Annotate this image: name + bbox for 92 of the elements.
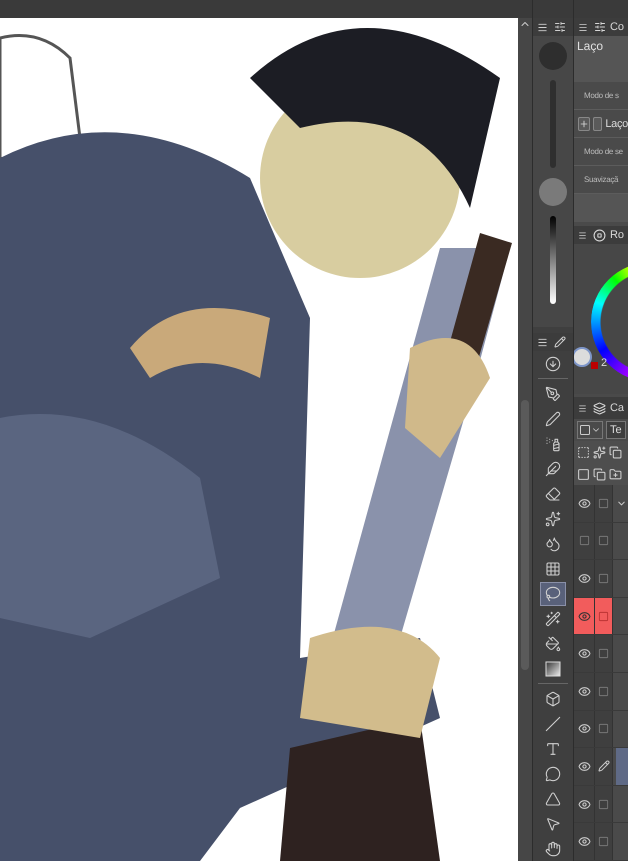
dropdown[interactable]	[577, 421, 603, 439]
square-icon	[598, 572, 609, 584]
visibility-toggle[interactable]	[574, 635, 595, 672]
visibility-toggle[interactable]	[574, 823, 595, 860]
droplets-icon	[545, 536, 561, 552]
speech-balloon-icon	[545, 766, 561, 782]
visibility-toggle[interactable]	[574, 560, 595, 597]
pencil-icon[interactable]	[554, 336, 566, 348]
eye-icon	[578, 798, 590, 811]
layers-icon	[592, 402, 606, 414]
square-icon	[598, 686, 609, 697]
property-label: Laço	[605, 118, 628, 130]
eye-icon	[578, 496, 590, 510]
eye-icon	[578, 610, 590, 623]
checkbox[interactable]	[593, 116, 602, 130]
square-icon	[579, 424, 591, 436]
layer-lock-toggle[interactable]	[595, 710, 613, 748]
square-icon	[598, 798, 609, 810]
copy-icon[interactable]	[609, 446, 622, 458]
square-icon	[578, 535, 590, 546]
menu-icon[interactable]	[578, 230, 587, 240]
line-icon	[545, 716, 561, 732]
visibility-toggle[interactable]	[574, 748, 595, 785]
main-color-swatch[interactable]	[574, 347, 592, 367]
pencil-icon	[598, 760, 610, 772]
property-label: Suavizaçã	[584, 175, 618, 184]
sub-color-swatch[interactable]	[591, 362, 598, 369]
layer-lock-toggle[interactable]	[595, 598, 613, 634]
cube-icon	[545, 690, 561, 706]
pen-icon	[545, 410, 561, 426]
hand-icon	[545, 840, 561, 856]
selection-icon[interactable]	[577, 446, 590, 458]
sparkle-icon	[545, 510, 561, 526]
eye-icon	[578, 684, 590, 698]
layer-lock-toggle[interactable]	[595, 786, 613, 822]
visibility-toggle[interactable]	[574, 672, 595, 710]
paint-bucket-icon	[545, 636, 561, 652]
opacity-track[interactable]	[550, 216, 556, 304]
visibility-toggle[interactable]	[574, 710, 595, 748]
menu-icon[interactable]	[578, 402, 587, 414]
brush-size-track[interactable]	[550, 80, 556, 168]
layer-lock-toggle[interactable]	[595, 823, 613, 860]
eye-icon	[578, 722, 590, 736]
visibility-toggle[interactable]	[574, 522, 595, 560]
square-icon	[598, 648, 609, 660]
feather-icon	[545, 460, 561, 476]
plus-icon	[579, 118, 589, 128]
expand-toggle[interactable]	[578, 116, 590, 130]
sliders-icon[interactable]	[554, 21, 566, 33]
copy-icon[interactable]	[593, 468, 606, 480]
eye-icon	[578, 835, 590, 848]
layer-lock-toggle[interactable]	[595, 522, 613, 560]
square-icon	[598, 535, 609, 546]
color-value: 2	[601, 357, 608, 369]
triangle-icon	[545, 790, 561, 806]
layer-lock-toggle[interactable]	[595, 748, 613, 785]
square-icon	[598, 723, 609, 734]
menu-icon[interactable]	[537, 22, 548, 32]
sparkle-icon[interactable]	[593, 446, 606, 458]
lasso-icon	[545, 586, 561, 602]
visibility-toggle[interactable]	[574, 598, 595, 634]
square-icon	[598, 836, 609, 848]
new-layer-icon[interactable]	[577, 468, 590, 480]
magic-wand-icon	[545, 610, 561, 626]
square-icon	[598, 498, 609, 509]
pen-nib-icon	[545, 386, 561, 402]
layer-lock-toggle[interactable]	[595, 560, 613, 597]
layer-lock-toggle[interactable]	[595, 672, 613, 710]
tool-button[interactable]	[540, 582, 566, 606]
text-icon	[545, 740, 561, 756]
gradient-icon	[545, 660, 561, 676]
grid-icon	[545, 560, 561, 576]
visibility-toggle[interactable]	[574, 485, 595, 522]
folder-icon[interactable]	[609, 468, 622, 480]
pointer-icon	[545, 816, 561, 832]
layer-lock-toggle[interactable]	[595, 485, 613, 522]
visibility-toggle[interactable]	[574, 786, 595, 822]
property-label: Modo de se	[584, 147, 623, 156]
menu-icon[interactable]	[578, 22, 588, 32]
layer-lock-toggle[interactable]	[595, 635, 613, 672]
sliders-icon	[594, 21, 606, 33]
stop-circle-icon	[592, 228, 606, 242]
property-label: Modo de s	[584, 91, 619, 100]
circle-arrow-down-icon	[545, 356, 561, 372]
square-icon	[598, 610, 609, 622]
eye-icon	[578, 647, 590, 660]
blend-mode-field[interactable]: Te	[606, 421, 626, 439]
eraser-icon	[545, 486, 561, 502]
menu-icon[interactable]	[537, 336, 548, 348]
eye-icon	[578, 760, 590, 773]
eye-icon	[578, 572, 590, 585]
tool-name: Laço	[577, 39, 604, 53]
